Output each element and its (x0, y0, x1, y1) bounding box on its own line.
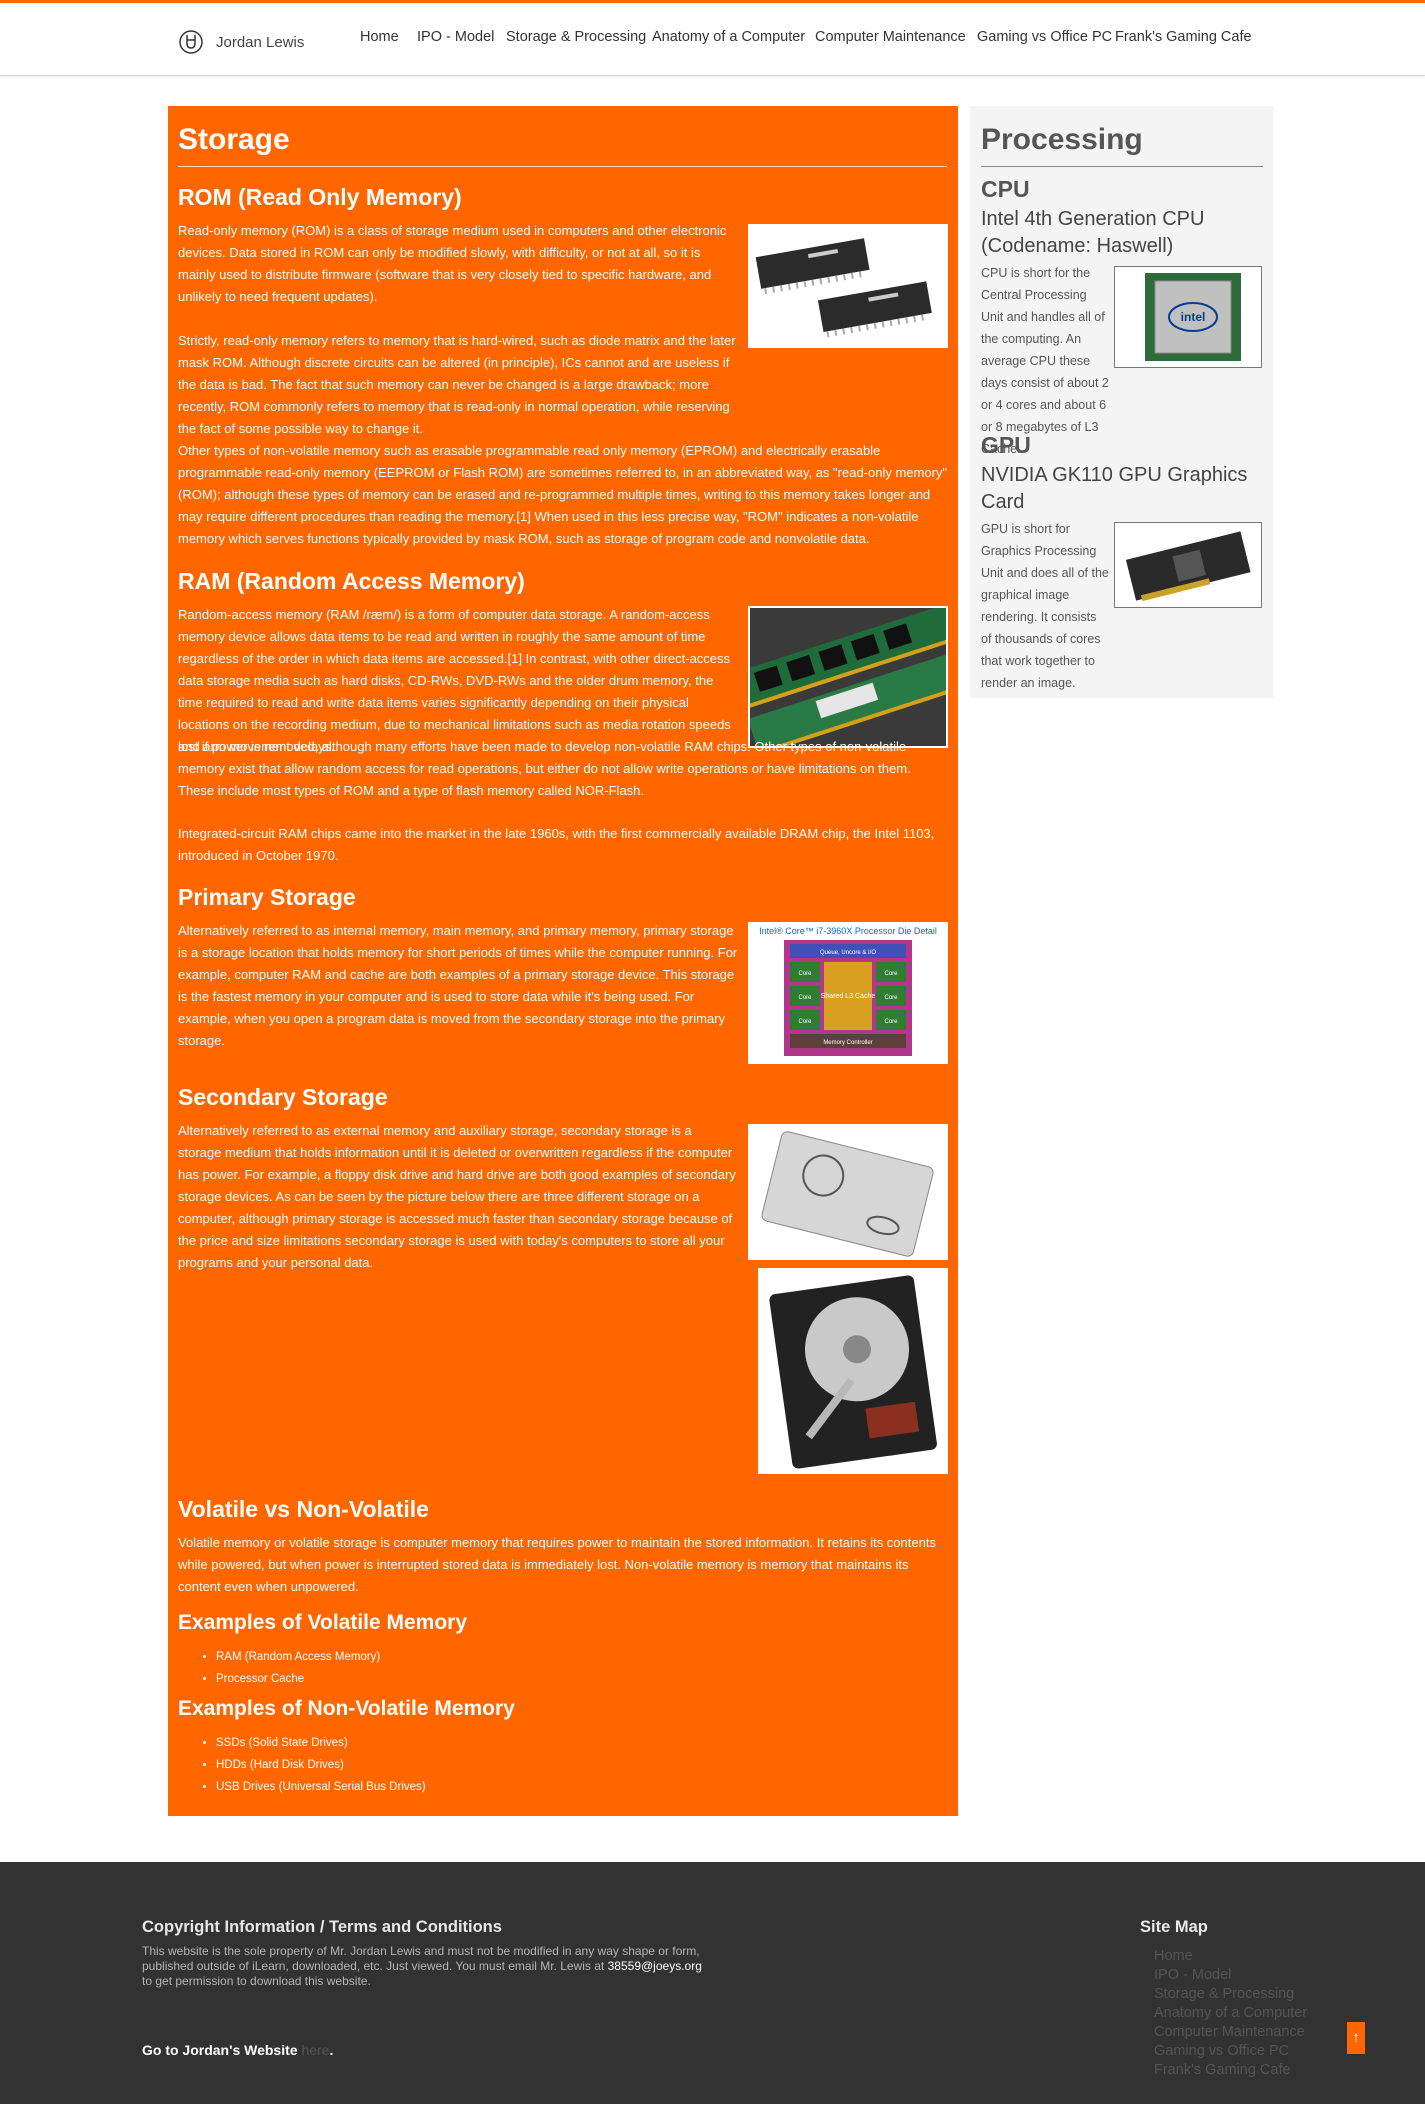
processor-die-image: Intel® Core™ i7-3960X Processor Die Deta… (748, 922, 948, 1064)
site-header: Jordan Lewis Home IPO - Model Storage & … (0, 3, 1425, 76)
cpu-image: intel (1114, 266, 1262, 368)
volatile-examples-heading: Examples of Volatile Memory (178, 1611, 468, 1634)
processing-section: Processing CPU Intel 4th Generation CPU … (970, 106, 1273, 698)
rom-paragraph-2: Strictly, read-only memory refers to mem… (178, 333, 736, 436)
sitemap-franks-cafe[interactable]: Frank's Gaming Cafe (1154, 2062, 1291, 2078)
cpu-heading: CPU (981, 176, 1030, 202)
gpu-subheading: NVIDIA GK110 GPU Graphics Card (981, 464, 1248, 513)
nav-ipo-model[interactable]: IPO - Model (417, 29, 494, 45)
gpu-image (1114, 522, 1262, 608)
ram-stick-image (748, 606, 948, 748)
die-label-core-2: Core (884, 971, 898, 977)
sitemap-maintenance[interactable]: Computer Maintenance (1154, 2024, 1305, 2040)
ram-heading: RAM (Random Access Memory) (178, 568, 525, 594)
sitemap-heading: Site Map (1140, 1918, 1208, 1936)
sitemap-ipo-model[interactable]: IPO - Model (1154, 1967, 1231, 1983)
die-label-memory-controller: Memory Controller (823, 1040, 872, 1046)
die-label-core-4: Core (884, 995, 898, 1001)
list-item: Processor Cache (216, 1668, 380, 1690)
storage-title-rule (178, 166, 947, 167)
storage-section: Storage ROM (Read Only Memory) Read-only… (168, 106, 958, 1816)
ram-paragraph-1: Random-access memory (RAM /ræm/) is a fo… (178, 607, 731, 754)
sitemap-storage-processing[interactable]: Storage & Processing (1154, 1986, 1294, 2002)
ram-paragraph-1-continued: lost if power is removed, although many … (178, 739, 911, 798)
cpu-text-narrow: CPU is short for the Central Processing … (981, 262, 1109, 460)
nav-maintenance[interactable]: Computer Maintenance (815, 29, 966, 45)
nav-anatomy[interactable]: Anatomy of a Computer (652, 29, 805, 45)
primary-storage-heading: Primary Storage (178, 884, 356, 910)
storage-title: Storage (178, 123, 290, 156)
cpu-text: CPU is short for the Central Processing … (981, 266, 1109, 456)
ram-paragraph-2: Integrated-circuit RAM chips came into t… (178, 826, 935, 863)
gpu-text-narrow: GPU is short for Graphics Processing Uni… (981, 518, 1109, 694)
list-item: SSDs (Solid State Drives) (216, 1732, 426, 1754)
die-label-core-5: Core (798, 1019, 812, 1025)
die-label-uncore: Queue, Uncore & I/O (820, 950, 876, 956)
processing-title: Processing (981, 123, 1143, 156)
brand-name: Jordan Lewis (216, 33, 305, 51)
cpu-subheading: Intel 4th Generation CPU (Codename: Hasw… (981, 208, 1205, 257)
rom-paragraph-3: Other types of non-volatile memory such … (178, 443, 948, 546)
sitemap-home[interactable]: Home (1154, 1948, 1193, 1964)
goto-here-link[interactable]: here (301, 2042, 329, 2058)
copyright-text: This website is the sole property of Mr.… (142, 1944, 702, 1989)
nonvolatile-examples-list: SSDs (Solid State Drives) HDDs (Hard Dis… (216, 1732, 426, 1798)
site-footer: Copyright Information / Terms and Condit… (0, 1862, 1425, 2104)
copyright-heading: Copyright Information / Terms and Condit… (142, 1918, 502, 1936)
list-item: USB Drives (Universal Serial Bus Drives) (216, 1776, 426, 1798)
volatile-examples-list: RAM (Random Access Memory) Processor Cac… (216, 1646, 380, 1690)
hdd-image (758, 1268, 948, 1474)
nonvolatile-examples-heading: Examples of Non-Volatile Memory (178, 1697, 515, 1720)
goto-website: Go to Jordan's Website here. (142, 2042, 334, 2058)
goto-text: Go to Jordan's Website (142, 2042, 298, 2058)
nav-gaming-vs-office[interactable]: Gaming vs Office PC (977, 29, 1112, 45)
nav-storage-processing[interactable]: Storage & Processing (506, 29, 646, 45)
list-item: RAM (Random Access Memory) (216, 1646, 380, 1668)
die-label-core-6: Core (884, 1019, 898, 1025)
copyright-tail: to get permission to download this websi… (142, 1974, 371, 1988)
die-label-l3: Shared L3 Cache (821, 993, 876, 1000)
ssd-image (748, 1124, 948, 1260)
nav-franks-cafe[interactable]: Frank's Gaming Cafe (1115, 29, 1252, 45)
die-label-core-1: Core (798, 971, 812, 977)
secondary-storage-heading: Secondary Storage (178, 1084, 388, 1110)
arrow-up-icon: ↑ (1352, 2029, 1360, 2046)
volatile-heading: Volatile vs Non-Volatile (178, 1496, 429, 1522)
die-caption: Intel® Core™ i7-3960X Processor Die Deta… (759, 926, 937, 936)
rom-chip-image (748, 224, 948, 348)
nav-home[interactable]: Home (360, 29, 399, 45)
die-label-core-3: Core (798, 995, 812, 1001)
gpu-text: GPU is short for Graphics Processing Uni… (981, 522, 1109, 690)
cpu-chip-brand: intel (1181, 310, 1206, 324)
secondary-storage-paragraph: Alternatively referred to as external me… (178, 1123, 736, 1270)
rom-heading: ROM (Read Only Memory) (178, 184, 462, 210)
logo-icon (179, 30, 203, 54)
sitemap-gaming-vs-office[interactable]: Gaming vs Office PC (1154, 2043, 1289, 2059)
volatile-paragraph: Volatile memory or volatile storage is c… (178, 1535, 936, 1594)
processing-title-rule (981, 166, 1263, 167)
rom-paragraph-1: Read-only memory (ROM) is a class of sto… (178, 223, 727, 304)
list-item: HDDs (Hard Disk Drives) (216, 1754, 426, 1776)
gpu-heading: GPU (981, 432, 1031, 458)
primary-storage-paragraph: Alternatively referred to as internal me… (178, 923, 738, 1048)
brand[interactable]: Jordan Lewis (178, 27, 304, 57)
email-link[interactable]: 38559@joeys.org (608, 1959, 702, 1973)
back-to-top-button[interactable]: ↑ (1347, 2022, 1365, 2054)
sitemap-anatomy[interactable]: Anatomy of a Computer (1154, 2005, 1307, 2021)
